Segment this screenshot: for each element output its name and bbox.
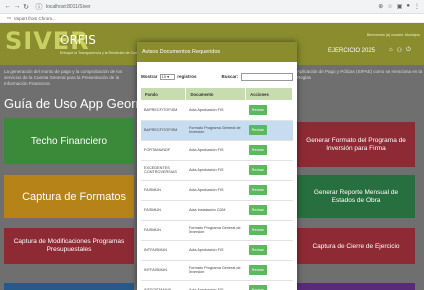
revisar-button[interactable]: Revisar bbox=[248, 185, 267, 195]
cell-documento: Acta Aprobación FIS bbox=[185, 100, 246, 121]
cell-fondo: FAISMUN bbox=[141, 180, 186, 201]
revisar-button[interactable]: Revisar bbox=[248, 225, 267, 235]
tile-techo-financiero[interactable]: Techo Financiero bbox=[4, 118, 134, 164]
show-label: Mostrar bbox=[141, 74, 158, 79]
exercise-year: EJERCICIO 2025 bbox=[328, 48, 376, 54]
table-row[interactable]: BAPRECFITOFISM Acta Aprobación FIS Revisar bbox=[141, 100, 293, 121]
table-row[interactable]: FAISMUN Acta Instalación CDM Revisar bbox=[141, 200, 293, 221]
cell-documento: Acta Aprobación FIS bbox=[185, 240, 246, 261]
cell-fondo: FAISMUN bbox=[141, 200, 186, 221]
cell-acciones: Revisar bbox=[245, 240, 293, 261]
modal-header: Avisos Documentos Requeridos bbox=[137, 42, 297, 62]
table-row[interactable]: INTFORTAMUN Acta Aprobación FIS Revisar bbox=[141, 280, 293, 290]
cell-acciones: Revisar bbox=[245, 100, 293, 121]
cell-acciones: Revisar bbox=[245, 160, 293, 181]
column-header-fondo[interactable]: Fondo bbox=[141, 88, 187, 100]
bookmark-bar: ▭ Import from Chrom... bbox=[0, 14, 424, 23]
cell-acciones: Revisar bbox=[245, 280, 293, 290]
orfis-logo: ORFIS bbox=[60, 33, 96, 47]
tile-blue[interactable] bbox=[4, 283, 134, 290]
column-header-documento[interactable]: Documento bbox=[185, 88, 247, 100]
back-icon[interactable]: ← bbox=[4, 3, 12, 10]
table-row[interactable]: FAISMUN Acta Aprobación FIS Revisar bbox=[141, 180, 293, 201]
cell-acciones: Revisar bbox=[245, 220, 293, 241]
logo-subtitle: Enfoque la Transparencia y la Rendición … bbox=[60, 51, 144, 55]
reload-icon[interactable]: ↻ bbox=[22, 3, 30, 11]
cell-fondo: FAISMUN bbox=[141, 220, 186, 241]
revisar-button[interactable]: Revisar bbox=[248, 285, 267, 290]
table-row[interactable]: FAISMUN Formato Programa General de Inver… bbox=[141, 220, 293, 241]
cell-documento: Formato Programa General de Inversión bbox=[185, 120, 246, 141]
user-greeting: Bienvenido (a) usuario: Municipio bbox=[367, 33, 421, 37]
table-row[interactable]: FORTAMUNDF Acta Aprobación FIS Revisar bbox=[141, 140, 293, 161]
cell-acciones: Revisar bbox=[245, 260, 293, 281]
tile-captura-cierre[interactable]: Captura de Cierre de Ejercicio bbox=[297, 228, 415, 264]
cell-acciones: Revisar bbox=[245, 180, 293, 201]
cell-documento: Acta Aprobación FIS bbox=[185, 160, 246, 181]
records-label: registros bbox=[177, 74, 197, 79]
table-row[interactable]: INTFAISMUN Formato Programa General de In… bbox=[141, 260, 293, 281]
cell-documento: Acta Aprobación FIS bbox=[185, 140, 246, 161]
cell-documento: Acta Instalación CDM bbox=[185, 200, 246, 221]
chevron-down-icon: ▾ bbox=[165, 74, 170, 79]
table-row[interactable]: BAPRECFITOFISM Formato Programa General d… bbox=[141, 120, 293, 141]
cell-acciones: Revisar bbox=[245, 120, 293, 141]
cell-documento: Formato Programa General de Inversión bbox=[185, 220, 246, 241]
table-row[interactable]: INTFAISMUN Acta Aprobación FIS Revisar bbox=[141, 240, 293, 261]
forward-icon[interactable]: → bbox=[13, 3, 21, 10]
cell-fondo: BAPRECFITOFISM bbox=[141, 100, 186, 121]
page-size-select[interactable]: 10 ▾ bbox=[159, 73, 176, 80]
revisar-button[interactable]: Revisar bbox=[248, 125, 267, 135]
profile-icon[interactable]: ● bbox=[406, 3, 410, 10]
user-icon[interactable]: ⚇ bbox=[397, 47, 402, 54]
info-icon: ⓘ bbox=[35, 3, 43, 11]
home-icon[interactable]: ⌂ bbox=[389, 47, 393, 54]
revisar-button[interactable]: Revisar bbox=[248, 145, 267, 155]
table-header-row: Fondo Documento Acciones bbox=[141, 88, 293, 100]
cell-documento: Acta Aprobación FIS bbox=[185, 180, 246, 201]
intro-text: La generación del monto de pago y la com… bbox=[4, 69, 123, 86]
column-header-acciones[interactable]: Acciones bbox=[245, 88, 293, 100]
revisar-button[interactable]: Revisar bbox=[248, 165, 267, 175]
revisar-button[interactable]: Revisar bbox=[248, 245, 267, 255]
cell-acciones: Revisar bbox=[245, 200, 293, 221]
cell-fondo: INTFAISMUN bbox=[141, 260, 186, 281]
browser-toolbar: ← → ↻ ⓘ localhost:8011/Siver ⊕ ☆ ▣ ● ⋮ bbox=[0, 0, 424, 14]
cell-fondo: INTFAISMUN bbox=[141, 240, 186, 261]
star-icon[interactable]: ☆ bbox=[387, 3, 392, 10]
tile-purple[interactable] bbox=[297, 283, 415, 290]
revisar-button[interactable]: Revisar bbox=[248, 205, 267, 215]
logout-icon[interactable]: ⏻ bbox=[406, 47, 411, 54]
menu-icon[interactable]: ⋮ bbox=[414, 3, 420, 10]
url-text: localhost:8011/Siver bbox=[46, 3, 91, 10]
cell-fondo: BAPRECFITOFISM bbox=[141, 120, 186, 141]
extensions-icon[interactable]: ▣ bbox=[397, 3, 403, 10]
zoom-icon[interactable]: ⊕ bbox=[378, 3, 383, 10]
revisar-button[interactable]: Revisar bbox=[248, 265, 267, 275]
address-bar[interactable]: ⓘ localhost:8011/Siver bbox=[35, 2, 372, 12]
cell-fondo: INTFORTAMUN bbox=[141, 280, 186, 290]
intro-text-right: Aplicación de Pago y Pólizas (SIPAE) com… bbox=[297, 69, 422, 80]
folder-icon: ▭ bbox=[7, 15, 12, 20]
table-controls: Mostrar 10 ▾ registros Buscar: bbox=[137, 62, 297, 82]
revisar-button[interactable]: Revisar bbox=[248, 104, 267, 115]
cell-acciones: Revisar bbox=[245, 140, 293, 161]
modal-title: Avisos Documentos Requeridos bbox=[142, 49, 221, 55]
documents-modal: Avisos Documentos Requeridos Mostrar 10 … bbox=[137, 42, 297, 290]
search-input[interactable] bbox=[241, 72, 293, 81]
table-row[interactable]: EXCEDENTES CONTROVERSIAS Acta Aprobación … bbox=[141, 160, 293, 181]
tile-generar-formato[interactable]: Generar Formato del Programa de Inversió… bbox=[297, 122, 415, 167]
cell-documento: Acta Aprobación FIS bbox=[185, 280, 246, 290]
tile-captura-formatos[interactable]: Captura de Formatos bbox=[4, 175, 134, 218]
tile-generar-reporte[interactable]: Generar Reporte Mensual de Estados de Ob… bbox=[297, 175, 415, 218]
documents-table: Fondo Documento Acciones BAPRECFITOFISM A… bbox=[141, 88, 293, 290]
cell-documento: Formato Programa General de Inversión bbox=[185, 260, 246, 281]
search-label: Buscar: bbox=[221, 74, 239, 79]
tile-captura-modificaciones[interactable]: Captura de Modificaciones Programas Pres… bbox=[4, 228, 134, 264]
cell-fondo: EXCEDENTES CONTROVERSIAS bbox=[141, 160, 186, 181]
cell-fondo: FORTAMUNDF bbox=[141, 140, 186, 161]
bookmark-item[interactable]: Import from Chrom... bbox=[14, 16, 56, 21]
